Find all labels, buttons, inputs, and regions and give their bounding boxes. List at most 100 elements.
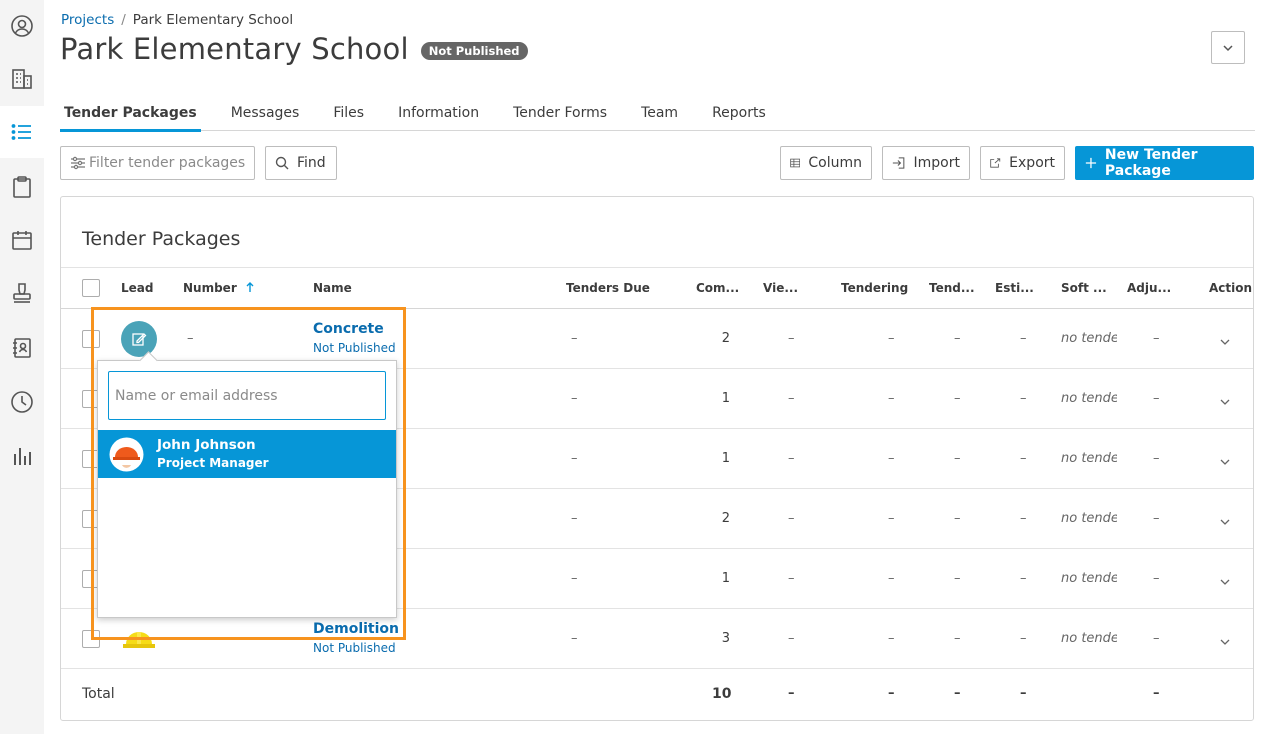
- import-label: Import: [913, 155, 960, 171]
- project-menu-button[interactable]: [1211, 31, 1245, 64]
- tab-reports[interactable]: Reports: [708, 96, 770, 131]
- search-icon: [275, 156, 289, 170]
- cell-adju: –: [1153, 511, 1160, 526]
- cell-name: Demolition Not Published: [313, 621, 399, 655]
- cell-name: Concrete Not Published: [313, 321, 396, 355]
- assign-lead-icon[interactable]: [121, 321, 157, 357]
- col-tenders-due[interactable]: Tenders Due: [566, 281, 650, 295]
- cell-adju: –: [1153, 451, 1160, 466]
- col-com[interactable]: Com...: [696, 281, 739, 295]
- cell-esti: –: [1020, 631, 1027, 646]
- cell-esti: –: [1020, 391, 1027, 406]
- col-tend[interactable]: Tend...: [929, 281, 975, 295]
- tab-messages[interactable]: Messages: [227, 96, 304, 131]
- col-soft[interactable]: Soft ...: [1061, 281, 1107, 295]
- tab-tender-forms[interactable]: Tender Forms: [509, 96, 611, 131]
- cell-tend: –: [954, 451, 961, 466]
- package-name-link[interactable]: Concrete: [313, 321, 396, 337]
- sidebar-item-analytics[interactable]: [0, 430, 44, 482]
- cell-vie: –: [788, 331, 795, 346]
- total-esti: –: [1020, 686, 1027, 701]
- find-button[interactable]: Find: [265, 146, 337, 180]
- col-tendering[interactable]: Tendering: [841, 281, 908, 295]
- cell-tendering: –: [888, 451, 895, 466]
- filter-input[interactable]: Filter tender packages: [60, 146, 255, 180]
- sidebar-item-approvals[interactable]: [0, 267, 44, 319]
- new-tender-package-label: New Tender Package: [1104, 147, 1198, 179]
- cell-com: 2: [721, 511, 730, 526]
- export-button[interactable]: Export: [980, 146, 1065, 180]
- toolbar: Filter tender packages Find Column Impor…: [60, 146, 1255, 181]
- cell-com: 1: [721, 391, 730, 406]
- total-tend: –: [954, 686, 961, 701]
- lead-search-input[interactable]: Name or email address: [108, 371, 386, 420]
- calendar-icon: [12, 231, 32, 250]
- hard-hat-avatar-icon[interactable]: [121, 621, 157, 657]
- col-number[interactable]: Number: [183, 281, 255, 295]
- breadcrumb-current: Park Elementary School: [132, 12, 294, 28]
- clock-icon: [11, 391, 33, 413]
- lead-option-john-johnson[interactable]: John Johnson Project Manager: [98, 430, 396, 478]
- status-badge: Not Published: [420, 42, 528, 60]
- cell-esti: –: [1020, 571, 1027, 586]
- chevron-down-icon: [1223, 44, 1233, 51]
- row-checkbox[interactable]: [82, 330, 100, 348]
- cell-vie: –: [788, 391, 795, 406]
- package-name-link[interactable]: Demolition: [313, 621, 399, 637]
- package-status: Not Published: [313, 341, 396, 355]
- import-button[interactable]: Import: [882, 146, 970, 180]
- building-icon: [12, 69, 32, 89]
- sidebar-item-directory[interactable]: [0, 322, 44, 374]
- cell-com: 1: [721, 451, 730, 466]
- bar-chart-icon: [14, 448, 31, 465]
- row-action-chevron-icon[interactable]: [1219, 333, 1231, 345]
- row-action-chevron-icon[interactable]: [1219, 633, 1231, 645]
- col-esti[interactable]: Esti...: [995, 281, 1034, 295]
- filter-sliders-icon: [71, 156, 85, 170]
- table-row[interactable]: Demolition Not Published – 3 – – – – no tende –: [61, 609, 1253, 669]
- tab-files[interactable]: Files: [329, 96, 368, 131]
- filter-placeholder: Filter tender packages: [89, 155, 246, 171]
- sidebar-item-forms[interactable]: [0, 161, 44, 213]
- sidebar-item-tender-packages[interactable]: [0, 106, 44, 158]
- col-name[interactable]: Name: [313, 281, 352, 295]
- cell-soft: no tende: [1061, 391, 1117, 406]
- col-lead[interactable]: Lead: [121, 281, 153, 295]
- row-action-chevron-icon[interactable]: [1219, 453, 1231, 465]
- cell-esti: –: [1020, 331, 1027, 346]
- row-action-chevron-icon[interactable]: [1219, 393, 1231, 405]
- row-action-chevron-icon[interactable]: [1219, 513, 1231, 525]
- lead-picker-popup: Name or email address John Johnson Proje…: [97, 360, 397, 618]
- total-tendering: –: [888, 686, 895, 701]
- tab-tender-packages[interactable]: Tender Packages: [60, 96, 201, 132]
- list-icon: [11, 124, 31, 140]
- total-vie: –: [788, 686, 795, 701]
- column-button[interactable]: Column: [780, 146, 872, 180]
- row-action-chevron-icon[interactable]: [1219, 573, 1231, 585]
- package-status: Not Published: [313, 641, 396, 655]
- tab-team[interactable]: Team: [637, 96, 682, 131]
- breadcrumb-projects-link[interactable]: Projects: [61, 12, 114, 28]
- lead-option-role: Project Manager: [157, 456, 269, 470]
- new-tender-package-button[interactable]: New Tender Package: [1075, 146, 1254, 180]
- tab-information[interactable]: Information: [394, 96, 483, 131]
- total-row: Total 10 – – – – –: [61, 669, 1253, 721]
- left-sidebar: [0, 0, 44, 734]
- total-adju: –: [1153, 686, 1160, 701]
- page-title: Park Elementary School: [60, 32, 409, 66]
- column-label: Column: [808, 155, 862, 171]
- select-all-checkbox[interactable]: [82, 279, 100, 297]
- sidebar-item-profile[interactable]: [0, 0, 44, 52]
- col-vie[interactable]: Vie...: [763, 281, 798, 295]
- row-checkbox[interactable]: [82, 630, 100, 648]
- lead-search-placeholder: Name or email address: [115, 387, 278, 404]
- sidebar-item-projects[interactable]: [0, 53, 44, 105]
- lead-option-name: John Johnson: [157, 437, 256, 453]
- col-adju[interactable]: Adju...: [1127, 281, 1171, 295]
- sidebar-item-calendar[interactable]: [0, 214, 44, 266]
- total-label: Total: [82, 686, 115, 702]
- stamp-icon: [13, 283, 31, 303]
- import-icon: [892, 157, 905, 169]
- sidebar-item-history[interactable]: [0, 376, 44, 428]
- cell-soft: no tende: [1061, 631, 1117, 646]
